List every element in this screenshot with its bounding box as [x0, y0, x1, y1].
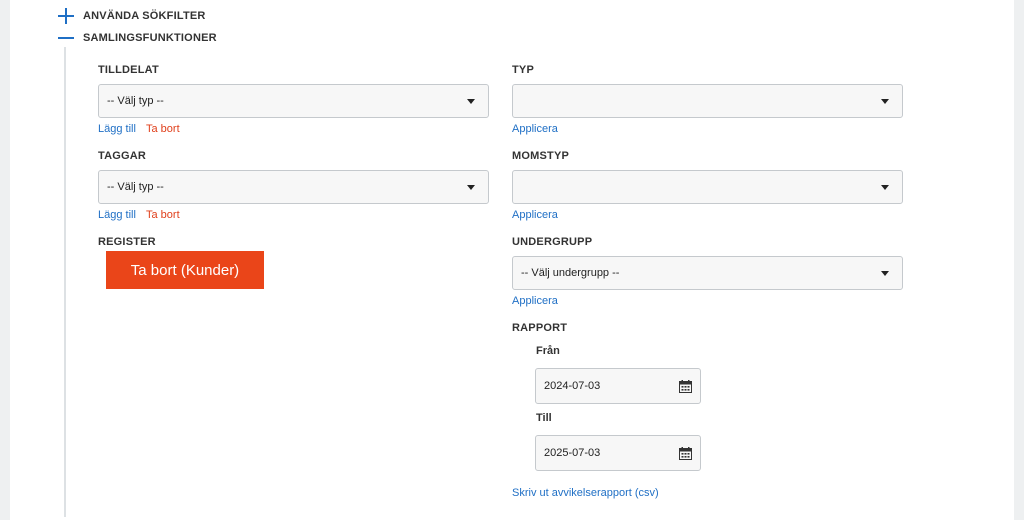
from-label: Från — [536, 345, 560, 357]
plus-icon[interactable] — [58, 8, 74, 24]
calendar-icon[interactable] — [679, 447, 692, 460]
tilldelat-select-value: -- Välj typ -- — [107, 95, 164, 107]
chevron-down-icon — [881, 185, 889, 190]
momstyp-select[interactable] — [512, 170, 903, 204]
undergrupp-select[interactable]: -- Välj undergrupp -- — [512, 256, 903, 290]
filters-section-title: ANVÄNDA SÖKFILTER — [83, 10, 206, 22]
chevron-down-icon — [467, 99, 475, 104]
tilldelat-remove-link[interactable]: Ta bort — [146, 123, 180, 135]
undergrupp-label: UNDERGRUPP — [512, 236, 593, 248]
tilldelat-label: TILLDELAT — [98, 64, 159, 76]
taggar-label: TAGGAR — [98, 150, 147, 162]
typ-label: TYP — [512, 64, 534, 76]
taggar-remove-link[interactable]: Ta bort — [146, 209, 180, 221]
taggar-add-link[interactable]: Lägg till — [98, 209, 136, 221]
print-deviation-report-link[interactable]: Skriv ut avvikelserapport (csv) — [512, 487, 659, 499]
undergrupp-apply-link[interactable]: Applicera — [512, 295, 558, 307]
section-indent-line — [64, 47, 66, 517]
filters-section-header[interactable]: ANVÄNDA SÖKFILTER — [58, 8, 206, 24]
rapport-label: RAPPORT — [512, 322, 568, 334]
taggar-select-value: -- Välj typ -- — [107, 181, 164, 193]
minus-icon[interactable] — [58, 30, 74, 46]
collection-section-title: SAMLINGSFUNKTIONER — [83, 32, 217, 44]
to-date-input[interactable]: 2025-07-03 — [535, 435, 701, 471]
collection-section-header[interactable]: SAMLINGSFUNKTIONER — [58, 30, 217, 46]
tilldelat-add-link[interactable]: Lägg till — [98, 123, 136, 135]
remove-customers-button[interactable]: Ta bort (Kunder) — [106, 251, 264, 289]
from-date-value: 2024-07-03 — [544, 380, 601, 392]
from-date-input[interactable]: 2024-07-03 — [535, 368, 701, 404]
taggar-select[interactable]: -- Välj typ -- — [98, 170, 489, 204]
chevron-down-icon — [881, 271, 889, 276]
chevron-down-icon — [467, 185, 475, 190]
register-label: REGISTER — [98, 236, 156, 248]
momstyp-label: MOMSTYP — [512, 150, 570, 162]
calendar-icon[interactable] — [679, 380, 692, 393]
momstyp-apply-link[interactable]: Applicera — [512, 209, 558, 221]
undergrupp-select-value: -- Välj undergrupp -- — [521, 267, 620, 279]
to-label: Till — [536, 412, 552, 424]
tilldelat-select[interactable]: -- Välj typ -- — [98, 84, 489, 118]
typ-select[interactable] — [512, 84, 903, 118]
to-date-value: 2025-07-03 — [544, 447, 601, 459]
chevron-down-icon — [881, 99, 889, 104]
typ-apply-link[interactable]: Applicera — [512, 123, 558, 135]
